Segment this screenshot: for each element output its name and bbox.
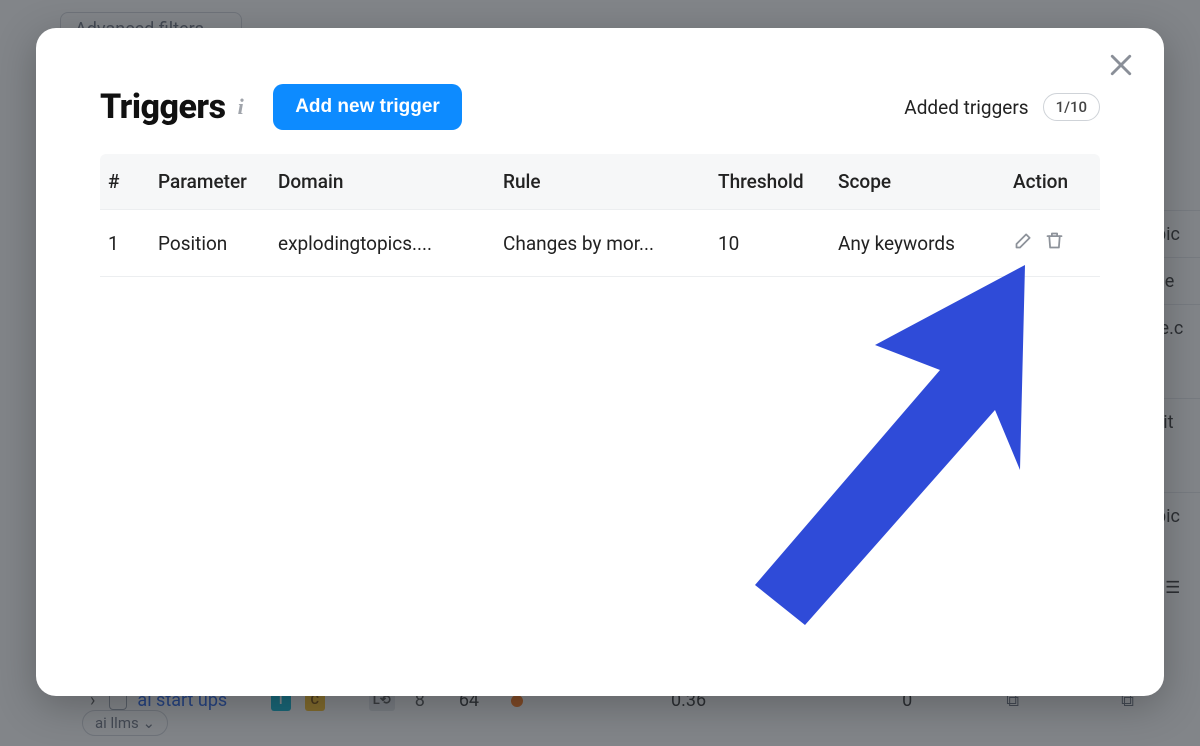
modal-header: Triggers i Add new trigger Added trigger… (36, 54, 1164, 154)
col-action: Action (1005, 154, 1100, 210)
triggers-modal: Triggers i Add new trigger Added trigger… (36, 28, 1164, 696)
page-title: Triggers i (100, 87, 243, 127)
close-icon (1106, 50, 1136, 80)
trash-icon (1044, 230, 1065, 251)
header-right: Added triggers 1/10 (904, 93, 1100, 121)
delete-button[interactable] (1044, 230, 1065, 256)
col-rule: Rule (495, 154, 710, 210)
cell-action (1005, 210, 1100, 277)
triggers-table: # Parameter Domain Rule Threshold Scope … (100, 154, 1100, 277)
cell-threshold: 10 (710, 210, 830, 277)
cell-index: 1 (100, 210, 150, 277)
added-triggers-count: 1/10 (1043, 93, 1100, 121)
col-threshold: Threshold (710, 154, 830, 210)
add-new-trigger-button[interactable]: Add new trigger (273, 84, 462, 130)
cell-domain: explodingtopics.... (270, 210, 495, 277)
table-row: 1 Position explodingtopics.... Changes b… (100, 210, 1100, 277)
triggers-table-wrap: # Parameter Domain Rule Threshold Scope … (36, 154, 1164, 277)
col-domain: Domain (270, 154, 495, 210)
cell-scope: Any keywords (830, 210, 1005, 277)
cell-parameter: Position (150, 210, 270, 277)
close-button[interactable] (1106, 50, 1136, 84)
added-triggers-label: Added triggers (904, 96, 1028, 119)
col-parameter: Parameter (150, 154, 270, 210)
cell-rule: Changes by mor... (495, 210, 710, 277)
pencil-icon (1013, 230, 1034, 251)
table-header-row: # Parameter Domain Rule Threshold Scope … (100, 154, 1100, 210)
title-text: Triggers (100, 87, 226, 127)
edit-button[interactable] (1013, 230, 1034, 256)
col-scope: Scope (830, 154, 1005, 210)
col-index: # (100, 154, 150, 210)
info-icon[interactable]: i (238, 96, 244, 118)
